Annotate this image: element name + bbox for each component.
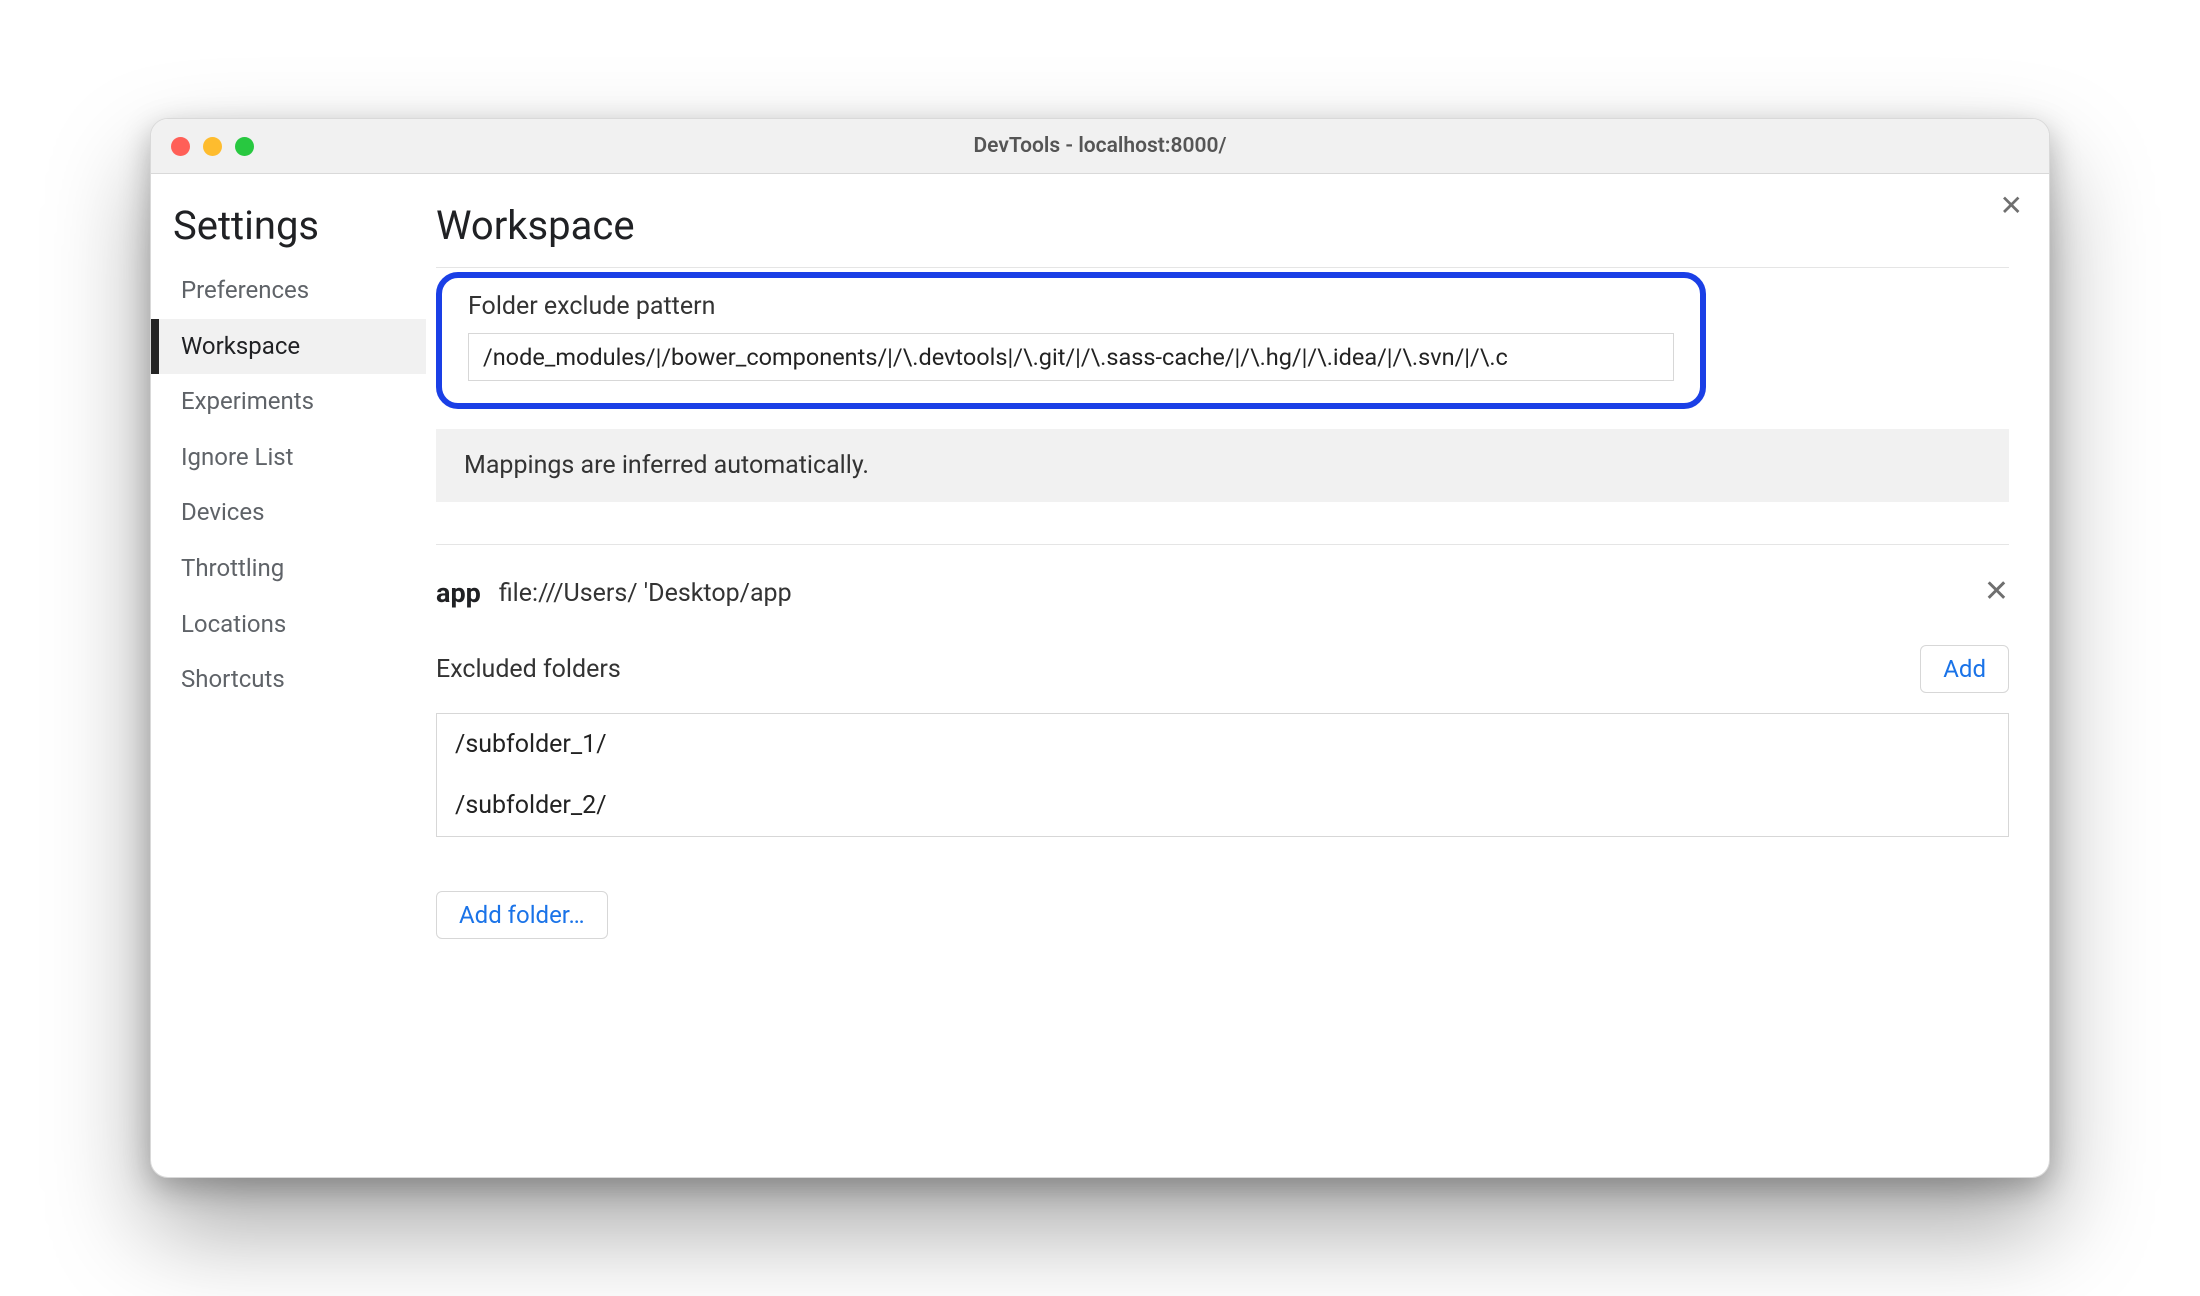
close-icon[interactable]: ✕ [2000,192,2023,220]
excluded-folder-item[interactable]: /subfolder_2/ [437,775,2008,836]
folder-exclude-input[interactable] [468,333,1674,381]
remove-folder-icon[interactable]: ✕ [1984,577,2009,607]
folder-name: app [436,577,481,609]
window-zoom-icon[interactable] [235,137,254,156]
sidebar-title: Settings [151,202,426,263]
folder-path: file:///Users/ 'Desktop/app [499,579,792,608]
main-panel: Workspace Folder exclude pattern Mapping… [426,174,2049,1177]
excluded-folders-list: /subfolder_1/ /subfolder_2/ [436,713,2009,837]
sidebar-item-throttling[interactable]: Throttling [151,541,426,597]
folder-exclude-box: Folder exclude pattern [436,272,1706,409]
sidebar: Settings Preferences Workspace Experimen… [151,174,426,1177]
titlebar: DevTools - localhost:8000/ [151,119,2049,174]
sidebar-item-preferences[interactable]: Preferences [151,263,426,319]
excluded-folders-label: Excluded folders [436,655,621,684]
divider [436,267,2009,268]
sidebar-item-workspace[interactable]: Workspace [151,319,426,375]
window-minimize-icon[interactable] [203,137,222,156]
window: DevTools - localhost:8000/ ✕ Settings Pr… [150,118,2050,1178]
sidebar-item-experiments[interactable]: Experiments [151,374,426,430]
sidebar-item-ignore-list[interactable]: Ignore List [151,430,426,486]
excluded-folder-item[interactable]: /subfolder_1/ [437,714,2008,775]
sidebar-item-locations[interactable]: Locations [151,597,426,653]
sidebar-item-shortcuts[interactable]: Shortcuts [151,652,426,708]
page-title: Workspace [436,202,2009,249]
divider [436,544,2009,545]
folder-exclude-label: Folder exclude pattern [468,292,1674,321]
add-excluded-button[interactable]: Add [1920,645,2009,693]
traffic-lights [171,137,254,156]
add-folder-button[interactable]: Add folder… [436,891,608,939]
folder-header: app file:///Users/ 'Desktop/app ✕ [436,577,2009,609]
sidebar-item-devices[interactable]: Devices [151,485,426,541]
mappings-hint: Mappings are inferred automatically. [436,429,2009,502]
window-title: DevTools - localhost:8000/ [151,134,2049,158]
window-close-icon[interactable] [171,137,190,156]
